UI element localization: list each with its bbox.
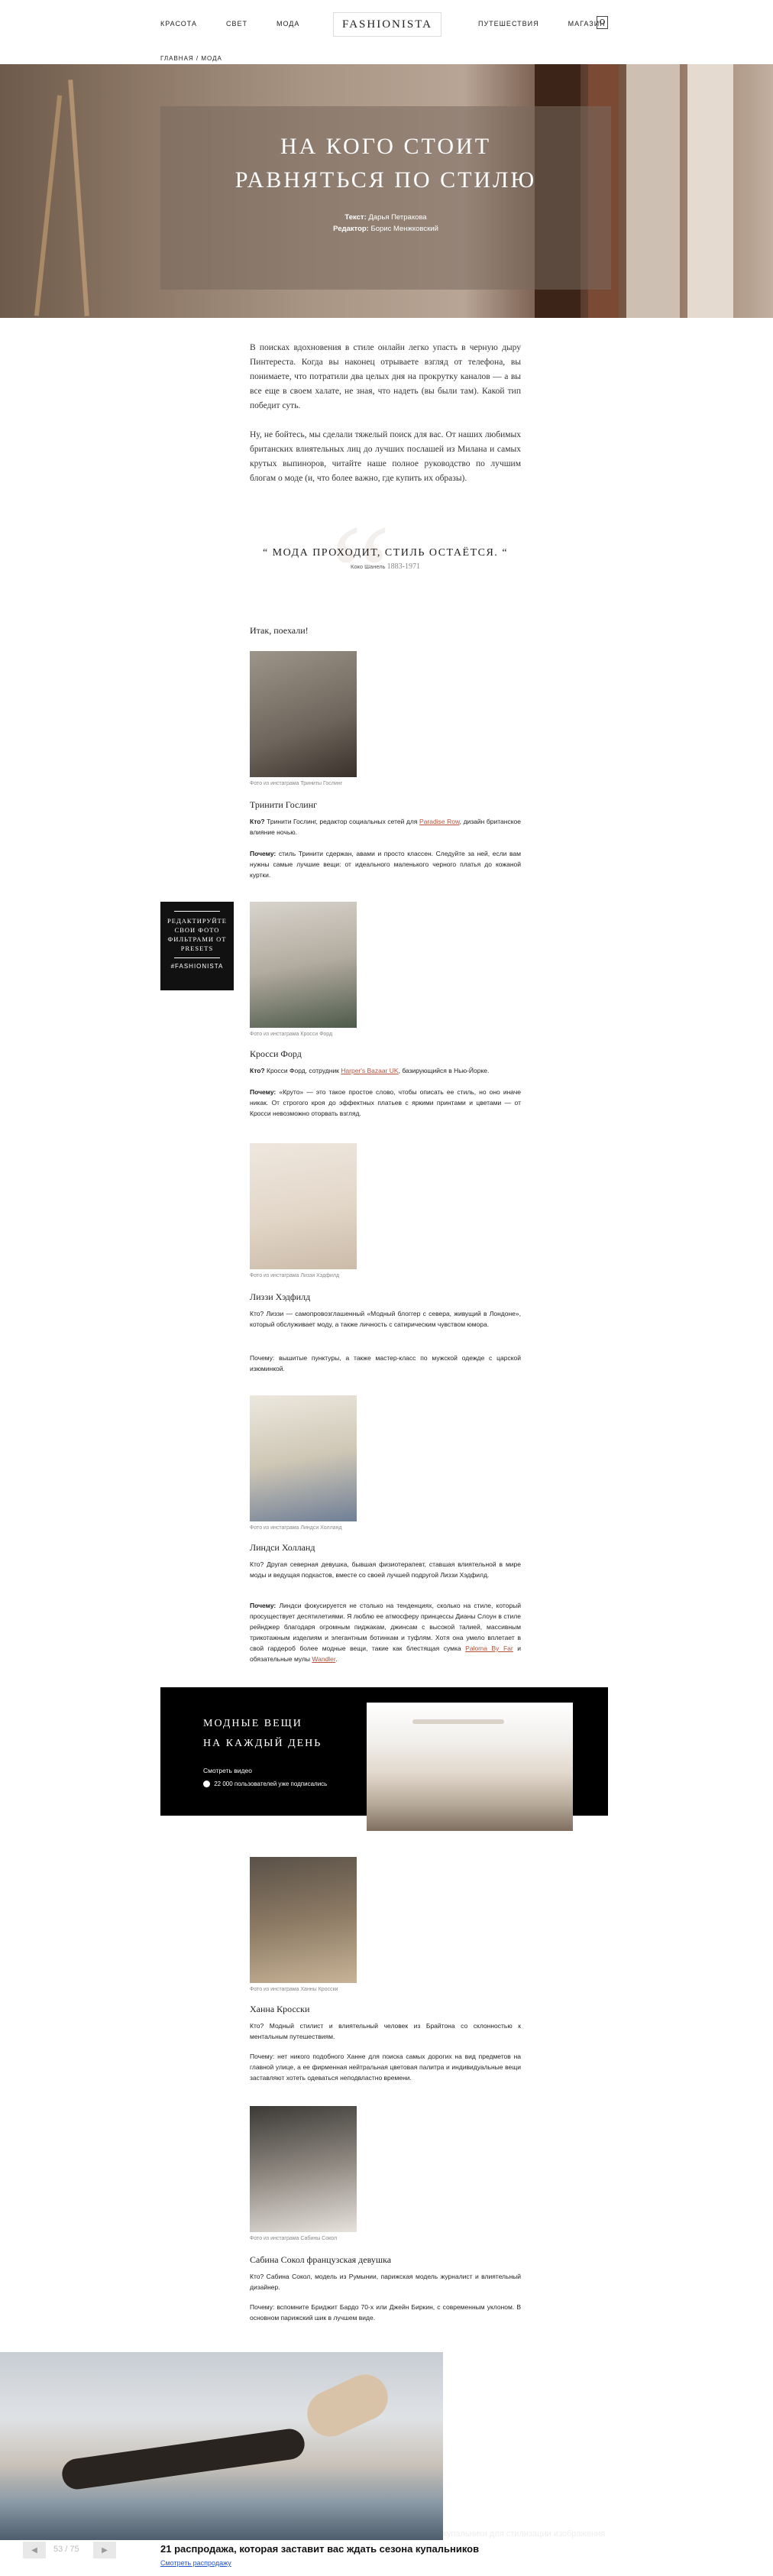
blogger-name-6: Сабина Сокол французская девушка xyxy=(250,2254,392,2265)
blogger-who-2: Кто? Кросси Форд, сотрудник Harper's Baz… xyxy=(250,1067,490,1074)
blogger-why-4: Почему: Линдси фокусируется не столько н… xyxy=(250,1602,521,1663)
subscribers-icon xyxy=(203,1781,210,1788)
hero-title-line2: РАВНЯТЬСЯ ПО СТИЛЮ xyxy=(234,167,537,193)
chevron-left-icon: ◀ xyxy=(31,2545,37,2555)
blogger-photo-5 xyxy=(250,1857,357,1983)
blogger-photo-1 xyxy=(250,651,357,777)
site-logo-text: FASHIONISTA xyxy=(341,18,433,31)
nav-light[interactable]: СВЕТ xyxy=(226,20,247,28)
promo-banner[interactable]: МОДНЫЕ ВЕЩИ НА КАЖДЫЙ ДЕНЬ Смотреть виде… xyxy=(160,1687,608,1831)
intro-paragraph-2: Ну, не бойтесь, мы сделали тяжелый поиск… xyxy=(250,430,521,483)
blogger-who-3: Кто? Лиззи — самопровозглашенный «Модный… xyxy=(250,1310,521,1328)
blogger-photo-2 xyxy=(250,902,357,1028)
slider-title: 21 распродажа, которая заставит вас ждат… xyxy=(160,2543,480,2555)
slider-overlay-text: купальники для стилизации изображения xyxy=(443,2529,606,2539)
quote-open-icon: “ xyxy=(262,547,273,559)
blogger-caption-3: Фото из инстаграма Лиззи Хэдфилд xyxy=(250,1273,340,1278)
hero-text-label: Текст: xyxy=(344,213,367,222)
paloma-link[interactable]: Paloma By Far xyxy=(465,1644,513,1652)
promo-video-link[interactable]: Смотреть видео xyxy=(203,1767,252,1774)
blogger-photo-6 xyxy=(250,2106,357,2232)
blogger-caption-4: Фото из инстаграма Линдси Холланд xyxy=(250,1525,342,1531)
blogger-why-3: Почему: вышитые пунктуры, а также мастер… xyxy=(250,1354,521,1372)
promo-subscribers: 22 000 пользователей уже подписались xyxy=(203,1781,328,1788)
slider-prev-button[interactable]: ◀ xyxy=(23,2542,46,2558)
presets-line-4: PRESETS xyxy=(180,945,214,952)
blogger-who-6: Кто? Сабина Сокол, модель из Румынии, па… xyxy=(250,2273,521,2291)
blogger-why-2: Почему: «Круто» — это такое простое слов… xyxy=(250,1088,521,1117)
promo-subscribers-text: 22 000 пользователей уже подписались xyxy=(214,1781,328,1787)
site-logo[interactable]: FASHIONISTA xyxy=(333,12,441,37)
presets-line-1: РЕДАКТИРУЙТЕ xyxy=(167,917,227,925)
wandler-link[interactable]: Wandler xyxy=(312,1655,335,1663)
blogger-caption-6: Фото из инстаграма Сабины Сокол xyxy=(250,2236,338,2241)
blogger-why-6: Почему: вспомните Бриджит Бардо 70-х или… xyxy=(250,2303,521,2322)
list-intro: Итак, поехали! xyxy=(250,625,309,636)
blogger-name-4: Линдси Холланд xyxy=(250,1542,315,1553)
slider-next-button[interactable]: ▶ xyxy=(93,2542,116,2558)
harpers-bazaar-link[interactable]: Harper's Bazaar UK xyxy=(341,1067,398,1074)
quote-close-icon: “ xyxy=(502,547,509,559)
promo-line-2: НА КАЖДЫЙ ДЕНЬ xyxy=(203,1738,322,1749)
blogger-photo-4 xyxy=(250,1395,357,1521)
blogger-caption-1: Фото из инстаграма Триниты Гослинг xyxy=(250,781,343,786)
slider-image xyxy=(0,2352,443,2540)
blogger-name-1: Тринити Гослинг xyxy=(250,799,318,810)
quote-mark-bg: “ xyxy=(330,497,391,649)
blogger-name-2: Кросси Форд xyxy=(250,1048,302,1059)
nav-beauty[interactable]: КРАСОТА xyxy=(160,20,197,28)
nav-travel[interactable]: ПУТЕШЕСТВИЯ xyxy=(478,20,539,28)
promo-image xyxy=(367,1703,573,1831)
promo-line-1: МОДНЫЕ ВЕЩИ xyxy=(203,1718,302,1729)
chevron-right-icon: ▶ xyxy=(102,2545,108,2555)
blogger-photo-3 xyxy=(250,1143,357,1269)
blogger-who-5: Кто? Модный стилист и влиятельный челове… xyxy=(250,2022,521,2040)
paradise-row-link[interactable]: Paradise Row xyxy=(419,818,460,825)
hero-editor-name: Борис Менжковский xyxy=(370,225,438,233)
breadcrumb[interactable]: ГЛАВНАЯ / МОДА xyxy=(160,55,222,62)
presets-hashtag: #FASHIONISTA xyxy=(170,963,224,970)
blogger-caption-2: Фото из инстаграма Кросси Форд xyxy=(250,1032,333,1037)
blogger-caption-5: Фото из инстаграма Ханны Кросски xyxy=(250,1987,338,1992)
blogger-name-5: Ханна Кросски xyxy=(250,2004,310,2014)
hero-title-line1: НА КОГО СТОИТ xyxy=(280,134,492,159)
slider-pager: 53 / 75 xyxy=(53,2545,79,2554)
blogger-why-5: Почему: нет никого подобного Ханне для п… xyxy=(250,2053,521,2082)
blogger-who-4: Кто? Другая северная девушка, бывшая физ… xyxy=(250,1560,521,1579)
quote-years: 1883-1971 xyxy=(386,562,420,571)
blogger-name-3: Лиззи Хэдфилд xyxy=(250,1291,311,1302)
search-icon[interactable] xyxy=(597,16,608,29)
presets-line-3: ФИЛЬТРАМИ ОТ xyxy=(167,935,227,943)
nav-fashion[interactable]: МОДА xyxy=(277,20,299,28)
quote-text: МОДА ПРОХОДИТ, СТИЛЬ ОСТАЁТСЯ. xyxy=(272,547,499,559)
hero-editor-label: Редактор: xyxy=(333,225,369,233)
presets-badge[interactable]: РЕДАКТИРУЙТЕ СВОИ ФОТО ФИЛЬТРАМИ ОТ PRES… xyxy=(160,902,234,990)
presets-line-2: СВОИ ФОТО xyxy=(174,926,220,934)
slider-sale-link[interactable]: Смотреть распродажу xyxy=(160,2559,231,2567)
quote-author: Коко Шанель xyxy=(351,563,386,570)
intro-paragraph-1: В поисках вдохновения в стиле онлайн лег… xyxy=(250,343,521,410)
hero-text-author: Дарья Петракова xyxy=(368,213,427,222)
blogger-who-1: Кто? Тринити Гослинг, редактор социальны… xyxy=(250,818,521,836)
blogger-why-1: Почему: стиль Тринити сдержан, авами и п… xyxy=(250,850,521,879)
